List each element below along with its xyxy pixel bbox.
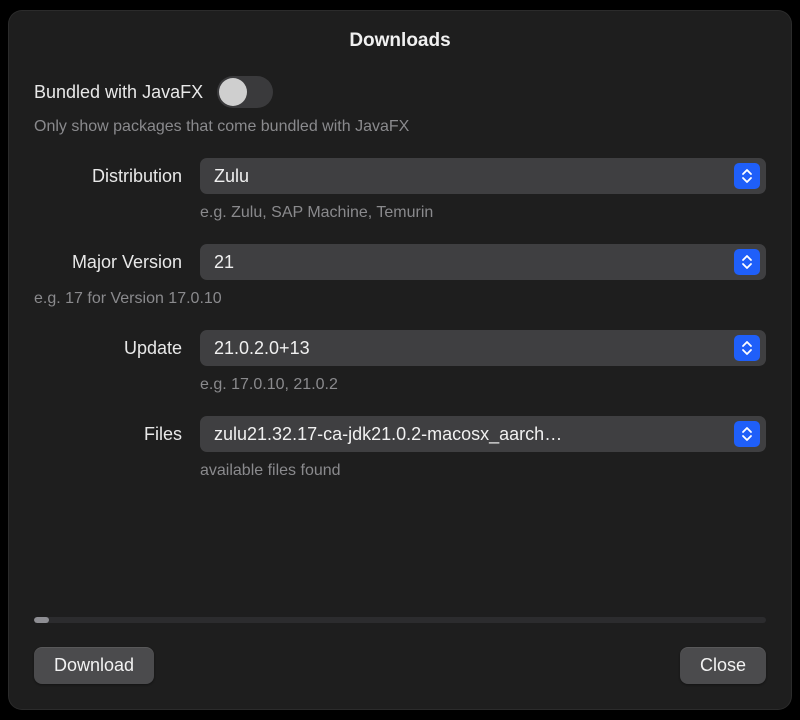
update-row: Update 21.0.2.0+13 [88,330,766,366]
major-version-hint: e.g. 17 for Version 17.0.10 [34,290,766,308]
javafx-row: Bundled with JavaFX [34,76,766,108]
files-label: Files [88,424,182,445]
dialog-content: Bundled with JavaFX Only show packages t… [8,76,792,599]
downloads-dialog: Downloads Bundled with JavaFX Only show … [8,10,792,710]
javafx-toggle[interactable] [217,76,273,108]
major-version-block: Major Version 21 e.g. 17 for Version 17.… [34,244,766,308]
major-version-row: Major Version 21 [34,244,766,280]
toggle-knob [219,78,247,106]
distribution-block: Distribution Zulu e.g. Zulu, SAP Machine… [34,158,766,222]
distribution-hint: e.g. Zulu, SAP Machine, Temurin [200,204,766,222]
update-hint: e.g. 17.0.10, 21.0.2 [200,376,766,394]
dialog-title: Downloads [8,10,792,76]
distribution-label: Distribution [34,166,182,187]
update-value: 21.0.2.0+13 [214,338,734,359]
distribution-select[interactable]: Zulu [200,158,766,194]
major-version-select[interactable]: 21 [200,244,766,280]
chevron-up-down-icon [734,421,760,447]
update-block: Update 21.0.2.0+13 e.g. 17.0.10, 21.0.2 [34,330,766,394]
javafx-hint: Only show packages that come bundled wit… [34,118,766,136]
button-row: Download Close [8,623,792,710]
chevron-up-down-icon [734,163,760,189]
major-version-label: Major Version [34,252,182,273]
files-value: zulu21.32.17-ca-jdk21.0.2-macosx_aarch… [214,424,734,445]
major-version-value: 21 [214,252,734,273]
chevron-up-down-icon [734,249,760,275]
files-block: Files zulu21.32.17-ca-jdk21.0.2-macosx_a… [34,416,766,480]
download-button[interactable]: Download [34,647,154,684]
progress-fill [34,617,49,623]
files-select[interactable]: zulu21.32.17-ca-jdk21.0.2-macosx_aarch… [200,416,766,452]
javafx-label: Bundled with JavaFX [34,82,203,103]
files-row: Files zulu21.32.17-ca-jdk21.0.2-macosx_a… [88,416,766,452]
distribution-row: Distribution Zulu [34,158,766,194]
distribution-value: Zulu [214,166,734,187]
update-select[interactable]: 21.0.2.0+13 [200,330,766,366]
spacer [34,502,766,599]
close-button[interactable]: Close [680,647,766,684]
progress-bar [34,617,766,623]
update-label: Update [88,338,182,359]
files-hint: available files found [200,462,766,480]
chevron-up-down-icon [734,335,760,361]
